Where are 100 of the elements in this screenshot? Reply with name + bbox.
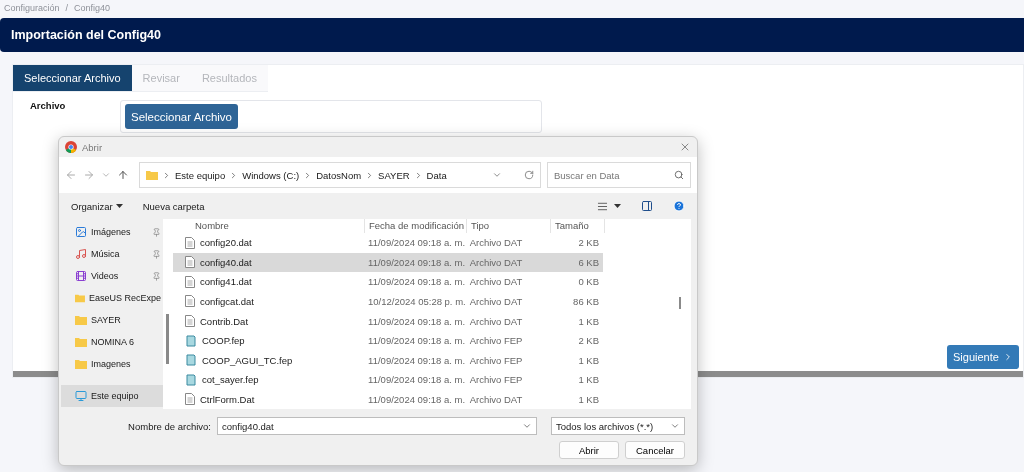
up-icon[interactable] [117, 169, 129, 181]
chevron-icon [162, 170, 171, 180]
file-row[interactable]: cot_sayer.fep 11/09/2024 09:18 a. m. Archivo FEP 1 KB [173, 369, 603, 390]
file-size: 2 KB [577, 237, 600, 249]
document-icon [185, 315, 195, 327]
filename-field[interactable]: config40.dat [217, 417, 537, 435]
file-row[interactable]: COOP.fep 11/09/2024 09:18 a. m. Archivo FEP 2 KB [173, 330, 603, 351]
path-segment[interactable]: DatosNom [316, 169, 362, 181]
column-header[interactable]: Nombre [173, 219, 365, 233]
document-icon [185, 393, 195, 406]
file-name: configcat.dat [200, 295, 254, 307]
navigation-item[interactable]: Videos [61, 265, 163, 287]
filename-label: Nombre de archivo: [128, 420, 211, 432]
file-type: Archivo FEP [468, 374, 524, 386]
folder-icon [75, 293, 85, 303]
file-date: 11/09/2024 09:18 a. m. [367, 276, 466, 288]
select-file-button[interactable]: Seleccionar Archivo [125, 104, 238, 129]
file-type: Archivo DAT [468, 256, 524, 268]
music-icon [75, 248, 87, 260]
navigation-item[interactable]: Este equipo [61, 385, 163, 407]
film-icon [75, 270, 87, 282]
computer-icon [75, 390, 87, 402]
document-icon [185, 236, 195, 249]
preview-pane-icon[interactable] [641, 200, 653, 212]
refresh-icon[interactable] [524, 170, 534, 180]
pin-icon[interactable] [152, 249, 161, 259]
address-bar[interactable]: Este equipo Windows (C:) DatosNom SAYER Data [139, 162, 541, 188]
file-row[interactable]: Contrib.Dat 11/09/2024 09:18 a. m. Archivo DAT 1 KB [173, 311, 603, 331]
file-type-dropdown[interactable]: Todos los archivos (*.*) [551, 417, 685, 435]
pin-icon[interactable] [152, 271, 161, 281]
file-row[interactable]: COOP_AGUI_TC.fep 11/09/2024 09:18 a. m. Archivo FEP 1 KB [173, 350, 603, 370]
vertical-scrollbar[interactable] [166, 314, 169, 364]
file-name: config20.dat [200, 237, 252, 249]
path-segment[interactable]: SAYER [378, 169, 410, 181]
file-size: 1 KB [577, 354, 600, 366]
file-date: 11/09/2024 09:18 a. m. [367, 237, 466, 249]
file-date: 11/09/2024 09:18 a. m. [367, 335, 466, 347]
file-type: Archivo DAT [468, 276, 524, 288]
file-date: 11/09/2024 09:18 a. m. [367, 393, 466, 405]
navigation-item[interactable]: SAYER [61, 309, 163, 331]
search-icon [674, 170, 684, 180]
caret-icon[interactable] [614, 204, 621, 208]
pin-icon[interactable] [152, 227, 161, 237]
dialog-button[interactable]: Cancelar [625, 441, 685, 459]
file-row[interactable]: config40.dat 11/09/2024 09:18 a. m. Archivo DAT 6 KB [173, 252, 603, 273]
column-header[interactable]: Tamaño [551, 219, 605, 233]
file-name: CtrlForm.Dat [200, 393, 255, 405]
file-name: config40.dat [200, 256, 252, 268]
navigation-item[interactable]: Música [61, 243, 163, 265]
file-field[interactable]: Seleccionar Archivo [120, 100, 542, 133]
file-type: Archivo DAT [468, 393, 524, 405]
file-icon [185, 354, 197, 367]
file-icon [185, 334, 197, 347]
recent-locations-icon[interactable] [101, 170, 111, 180]
next-button[interactable]: Siguiente [947, 345, 1019, 369]
file-row[interactable]: CtrlForm.Dat 11/09/2024 09:18 a. m. Archivo DAT 1 KB [173, 389, 603, 410]
file-name: COOP.fep [202, 335, 245, 347]
folder-icon [75, 359, 87, 369]
forward-icon[interactable] [83, 169, 95, 181]
new-folder-button[interactable]: Nueva carpeta [142, 200, 205, 212]
file-type: Archivo FEP [468, 354, 524, 366]
back-icon[interactable] [65, 169, 77, 181]
browser-logo-icon [65, 141, 77, 153]
dialog-button[interactable]: Abrir [559, 441, 619, 459]
caret-icon [115, 204, 123, 208]
dropdown-icon[interactable] [492, 170, 502, 180]
file-date: 11/09/2024 09:18 a. m. [367, 354, 466, 366]
help-icon[interactable] [673, 200, 685, 212]
search-field[interactable]: Buscar en Data [547, 162, 691, 188]
column-header[interactable]: Tipo [467, 219, 551, 233]
dropdown-icon [522, 421, 532, 431]
field-label: Archivo [30, 100, 67, 113]
folder-icon [75, 315, 87, 325]
path-segment[interactable]: Este equipo [175, 169, 226, 181]
file-row[interactable]: configcat.dat 10/12/2024 05:28 p. m. Archivo DAT 86 KB [173, 291, 603, 312]
view-list-icon[interactable] [597, 200, 608, 212]
document-icon [185, 295, 195, 308]
navigation-item[interactable]: NOMINA 6 [61, 331, 163, 353]
file-row[interactable]: config41.dat 11/09/2024 09:18 a. m. Archivo DAT 0 KB [173, 272, 603, 292]
file-type: Archivo DAT [468, 295, 524, 307]
file-date: 10/12/2024 05:28 p. m. [367, 295, 466, 307]
file-date: 11/09/2024 09:18 a. m. [367, 315, 466, 327]
navigation-item[interactable]: EaseUS RecExpe [61, 287, 163, 309]
path-segment[interactable]: Windows (C:) [242, 169, 300, 181]
step-tab[interactable]: Seleccionar Archivo [13, 65, 132, 91]
file-type: Archivo FEP [468, 335, 524, 347]
file-name: cot_sayer.fep [202, 374, 259, 386]
file-size: 0 KB [577, 276, 600, 288]
file-row[interactable]: config20.dat 11/09/2024 09:18 a. m. Archivo DAT 2 KB [173, 232, 603, 253]
scrollbar-thumb[interactable] [679, 297, 681, 309]
navigation-item[interactable]: Imagenes [61, 353, 163, 375]
organize-menu[interactable]: Organizar [71, 200, 123, 212]
file-size: 1 KB [577, 393, 600, 405]
navigation-item[interactable]: Imágenes [61, 221, 163, 243]
close-icon[interactable] [679, 141, 691, 153]
column-header[interactable]: Fecha de modificación [365, 219, 467, 233]
folder-icon [146, 170, 158, 180]
file-name: config41.dat [200, 276, 252, 288]
path-segment[interactable]: Data [426, 169, 447, 181]
folder-icon [75, 337, 87, 347]
